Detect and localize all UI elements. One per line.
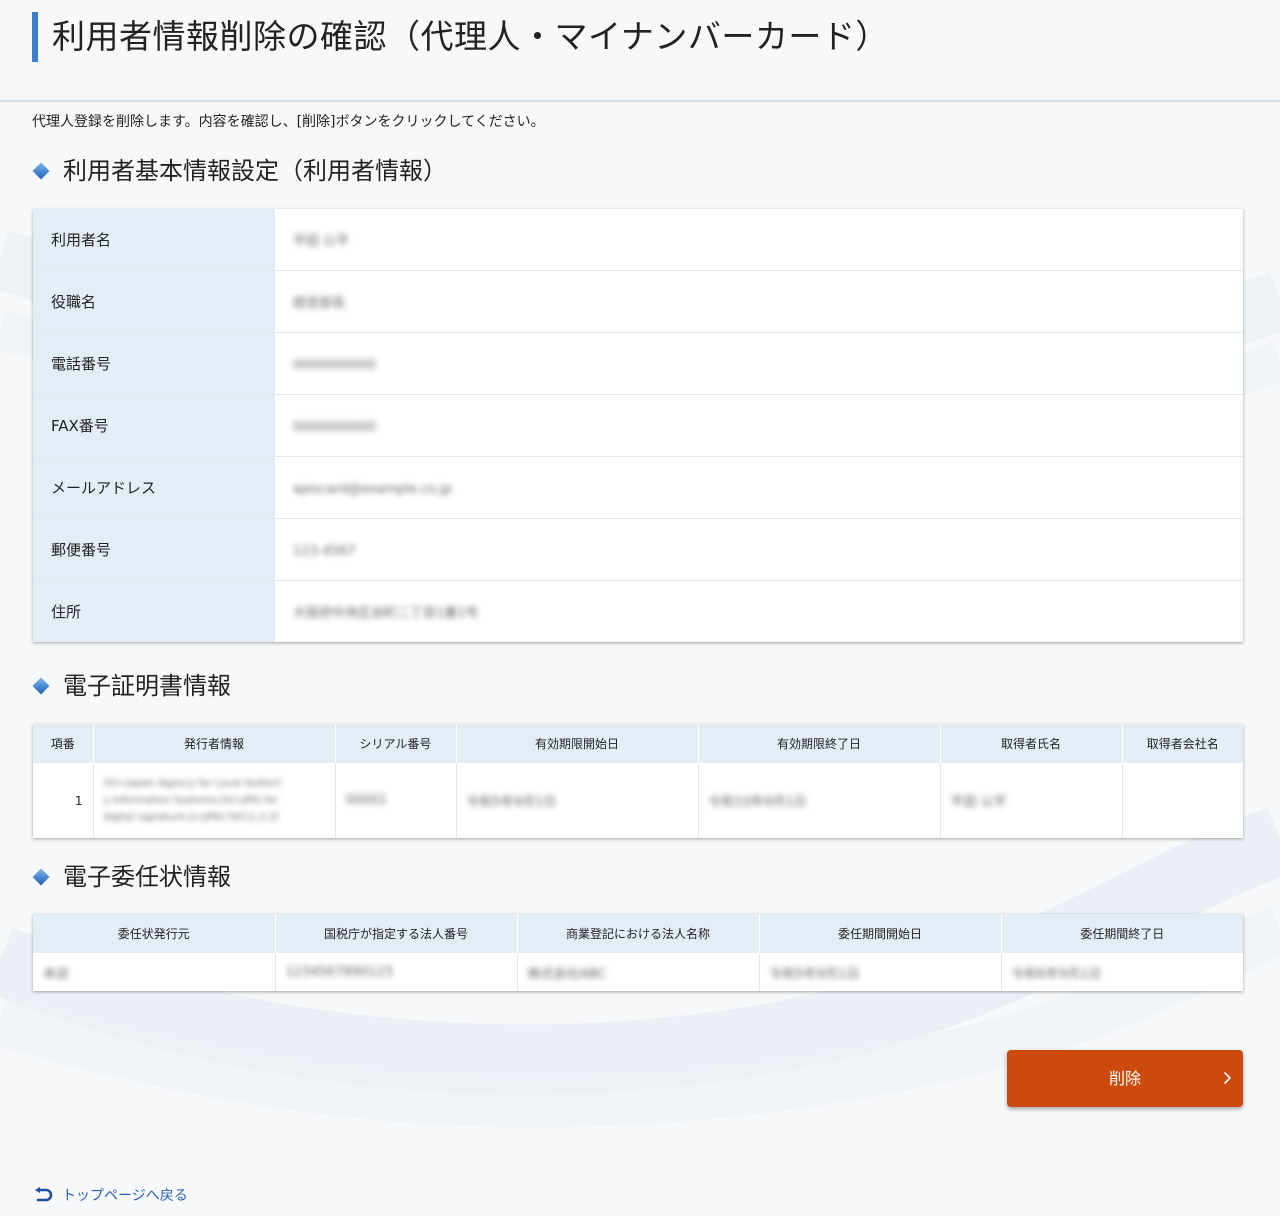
column-header: 取得者会社名 bbox=[1122, 724, 1243, 763]
cert-holder-name: 平田 公平 bbox=[940, 763, 1123, 838]
row-label: メールアドレス bbox=[33, 456, 275, 519]
page-description: 代理人登録を削除します。内容を確認し、[削除]ボタンをクリックしてください。 bbox=[32, 114, 545, 130]
diamond-icon bbox=[32, 868, 50, 886]
proxy-info-title: 電子委任状情報 bbox=[63, 863, 231, 891]
column-header: 取得者氏名 bbox=[940, 724, 1123, 763]
user-info-table: 利用者名 平田 公平 役職名 経営部長 電話番号 0000000000 FAX番… bbox=[33, 209, 1243, 642]
valid-to-value: 令和10年9月1日 bbox=[708, 795, 807, 810]
cert-number: 1 bbox=[33, 763, 94, 838]
phone-value: 0000000000 bbox=[293, 358, 376, 373]
chevron-right-icon bbox=[1224, 1072, 1231, 1084]
column-header: 委任状発行元 bbox=[33, 914, 276, 953]
column-header: 有効期限終了日 bbox=[698, 724, 941, 763]
diamond-icon bbox=[32, 677, 50, 695]
fax-value: 0000000000 bbox=[293, 420, 376, 435]
proxy-issuer: 本店 bbox=[33, 953, 276, 991]
column-header: 委任期間開始日 bbox=[759, 914, 1002, 953]
diamond-icon bbox=[32, 162, 50, 180]
table-row: 利用者名 平田 公平 bbox=[33, 209, 1243, 271]
cert-issuer: OU=Japan Agency for Local Authori y Info… bbox=[93, 763, 336, 838]
table-row: 住所 大阪府中央区谷町二丁目1番1号 bbox=[33, 580, 1243, 642]
row-label: 住所 bbox=[33, 580, 275, 642]
table-row: メールアドレス ajescard@example.co.jp bbox=[33, 456, 1243, 519]
cert-info-table: 項番 発行者情報 シリアル番号 有効期限開始日 有効期限終了日 取得者氏名 取得… bbox=[33, 724, 1243, 838]
column-header: シリアル番号 bbox=[335, 724, 457, 763]
table-row: 電話番号 0000000000 bbox=[33, 332, 1243, 395]
job-title-value: 経営部長 bbox=[293, 296, 346, 311]
proxy-issuer-value: 本店 bbox=[43, 966, 70, 982]
column-header: 項番 bbox=[33, 724, 94, 763]
issuer-line: OU=Japan Agency for Local Authori bbox=[103, 778, 281, 789]
row-value: 0000000000 bbox=[275, 394, 1243, 457]
proxy-info-heading: 電子委任状情報 bbox=[32, 860, 231, 894]
serial-value: 00001 bbox=[345, 793, 387, 808]
column-header: 国税庁が指定する法人番号 bbox=[275, 914, 518, 953]
row-value: 大阪府中央区谷町二丁目1番1号 bbox=[275, 580, 1243, 642]
back-to-top-link[interactable]: トップページへ戻る bbox=[33, 1185, 188, 1205]
proxy-corporate-number: 1234567890123 bbox=[275, 953, 518, 991]
cert-holder-company bbox=[1122, 763, 1243, 838]
cert-serial: 00001 bbox=[335, 763, 457, 838]
corporate-number-value: 1234567890123 bbox=[285, 964, 394, 980]
column-header: 有効期限開始日 bbox=[456, 724, 699, 763]
row-value: 経営部長 bbox=[275, 270, 1243, 333]
postal-code-value: 123-4567 bbox=[293, 544, 356, 559]
valid-from-value: 令和5年9月1日 bbox=[466, 795, 557, 810]
row-value: 0000000000 bbox=[275, 332, 1243, 395]
table-row: 役職名 経営部長 bbox=[33, 270, 1243, 333]
cert-valid-to: 令和10年9月1日 bbox=[698, 763, 941, 838]
delete-button[interactable]: 削除 bbox=[1007, 1050, 1243, 1107]
user-name-value: 平田 公平 bbox=[293, 234, 350, 249]
page-title: 利用者情報削除の確認（代理人・マイナンバーカード） bbox=[52, 17, 889, 56]
return-arrow-icon bbox=[35, 1187, 53, 1202]
holder-name-value: 平田 公平 bbox=[950, 795, 1007, 810]
table-row: 本店 1234567890123 株式会社ABC 令和5年9月1日 令和6年9月… bbox=[33, 953, 1243, 991]
column-header: 商業登記における法人名称 bbox=[517, 914, 760, 953]
issuer-line: digital signature,O=JPKI,*DC(1,2,3) bbox=[103, 812, 279, 823]
corporate-name-value: 株式会社ABC bbox=[527, 966, 607, 982]
end-date-value: 令和6年9月1日 bbox=[1011, 966, 1102, 982]
back-link-label: トップページへ戻る bbox=[62, 1188, 188, 1204]
row-label: 電話番号 bbox=[33, 332, 275, 395]
cert-info-heading: 電子証明書情報 bbox=[32, 669, 231, 703]
table-row: FAX番号 0000000000 bbox=[33, 394, 1243, 457]
column-header: 発行者情報 bbox=[93, 724, 336, 763]
row-label: 利用者名 bbox=[33, 209, 275, 271]
row-value: ajescard@example.co.jp bbox=[275, 456, 1243, 519]
page-header: 利用者情報削除の確認（代理人・マイナンバーカード） bbox=[0, 0, 1280, 102]
start-date-value: 令和5年9月1日 bbox=[769, 966, 860, 982]
row-label: 役職名 bbox=[33, 270, 275, 333]
table-row: 1 OU=Japan Agency for Local Authori y In… bbox=[33, 763, 1243, 838]
cert-valid-from: 令和5年9月1日 bbox=[456, 763, 699, 838]
user-info-title: 利用者基本情報設定（利用者情報） bbox=[63, 157, 447, 185]
proxy-start-date: 令和5年9月1日 bbox=[759, 953, 1002, 991]
proxy-end-date: 令和6年9月1日 bbox=[1001, 953, 1243, 991]
row-label: 郵便番号 bbox=[33, 518, 275, 581]
row-value: 123-4567 bbox=[275, 518, 1243, 581]
cert-info-title: 電子証明書情報 bbox=[63, 672, 231, 700]
table-header-row: 委任状発行元 国税庁が指定する法人番号 商業登記における法人名称 委任期間開始日… bbox=[33, 914, 1243, 953]
column-header: 委任期間終了日 bbox=[1001, 914, 1243, 953]
issuer-line: y Information Systems,OU=JPKI for bbox=[103, 795, 279, 806]
table-row: 郵便番号 123-4567 bbox=[33, 518, 1243, 581]
user-info-heading: 利用者基本情報設定（利用者情報） bbox=[32, 154, 447, 188]
email-value: ajescard@example.co.jp bbox=[293, 482, 452, 497]
row-label: FAX番号 bbox=[33, 394, 275, 457]
table-header-row: 項番 発行者情報 シリアル番号 有効期限開始日 有効期限終了日 取得者氏名 取得… bbox=[33, 724, 1243, 763]
delete-button-label: 削除 bbox=[1108, 1069, 1141, 1088]
address-value: 大阪府中央区谷町二丁目1番1号 bbox=[293, 606, 479, 621]
title-accent-bar bbox=[32, 12, 38, 62]
proxy-info-table: 委任状発行元 国税庁が指定する法人番号 商業登記における法人名称 委任期間開始日… bbox=[33, 914, 1243, 991]
row-value: 平田 公平 bbox=[275, 209, 1243, 271]
proxy-corporate-name: 株式会社ABC bbox=[517, 953, 760, 991]
